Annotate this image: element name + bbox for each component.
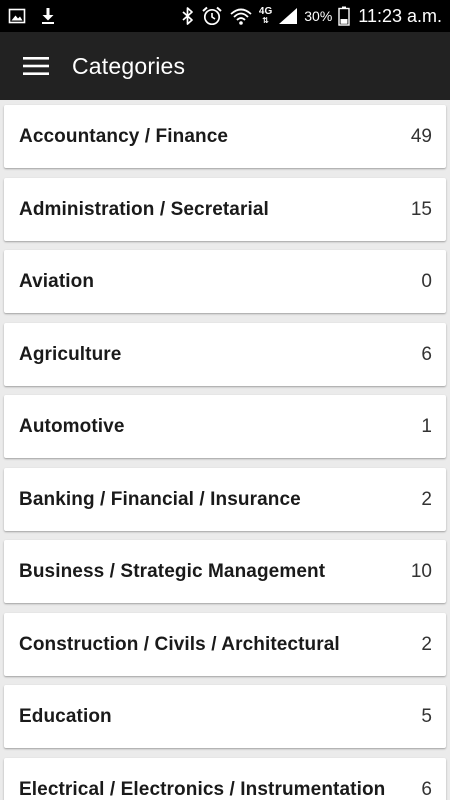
category-label: Automotive [19,415,125,437]
category-label: Administration / Secretarial [19,198,269,220]
hamburger-menu-icon[interactable] [0,32,72,100]
category-list[interactable]: Accountancy / Finance 49 Administration … [0,100,450,800]
category-count: 2 [421,488,432,510]
category-count: 5 [421,705,432,727]
category-count: 6 [421,343,432,365]
status-bar: 4G ⇅ 30% 11:23 a.m. [0,0,450,32]
category-item-administration-secretarial[interactable]: Administration / Secretarial 15 [4,178,446,241]
category-count: 0 [421,270,432,292]
system-indicators: 4G ⇅ 30% 11:23 a.m. [181,6,442,27]
category-label: Aviation [19,270,95,292]
category-item-agriculture[interactable]: Agriculture 6 [4,323,446,386]
signal-icon [278,7,298,25]
category-count: 1 [421,415,432,437]
clock: 11:23 a.m. [358,5,442,26]
category-label: Accountancy / Finance [19,125,229,147]
app-bar: Categories [0,32,450,100]
wifi-icon [229,6,253,26]
category-count: 49 [410,125,432,147]
category-item-business-strategic-management[interactable]: Business / Strategic Management 10 [4,540,446,603]
category-item-education[interactable]: Education 5 [4,685,446,748]
category-count: 15 [410,198,432,220]
image-icon [8,8,26,24]
page-title: Categories [72,52,186,79]
notification-icons [8,7,56,25]
category-label: Electrical / Electronics / Instrumentati… [19,778,386,800]
category-item-accountancy-finance[interactable]: Accountancy / Finance 49 [4,105,446,168]
alarm-icon [201,6,223,26]
category-item-aviation[interactable]: Aviation 0 [4,250,446,313]
category-count: 6 [421,778,432,800]
category-item-automotive[interactable]: Automotive 1 [4,395,446,458]
bluetooth-icon [181,6,195,26]
category-label: Education [19,705,112,727]
category-item-banking-financial-insurance[interactable]: Banking / Financial / Insurance 2 [4,468,446,531]
network-4g-icon: 4G ⇅ [258,6,273,26]
category-item-construction-civils-architectural[interactable]: Construction / Civils / Architectural 2 [4,613,446,676]
category-count: 10 [410,560,432,582]
category-label: Business / Strategic Management [19,560,326,582]
category-count: 2 [421,633,432,655]
battery-icon [338,6,350,26]
category-label: Banking / Financial / Insurance [19,488,301,510]
download-icon [40,7,56,25]
category-item-electrical-electronics-instrumentation[interactable]: Electrical / Electronics / Instrumentati… [4,758,446,800]
network-type: 4G [258,6,273,17]
category-label: Construction / Civils / Architectural [19,633,340,655]
category-label: Agriculture [19,343,122,365]
battery-percent: 30% [304,8,333,24]
